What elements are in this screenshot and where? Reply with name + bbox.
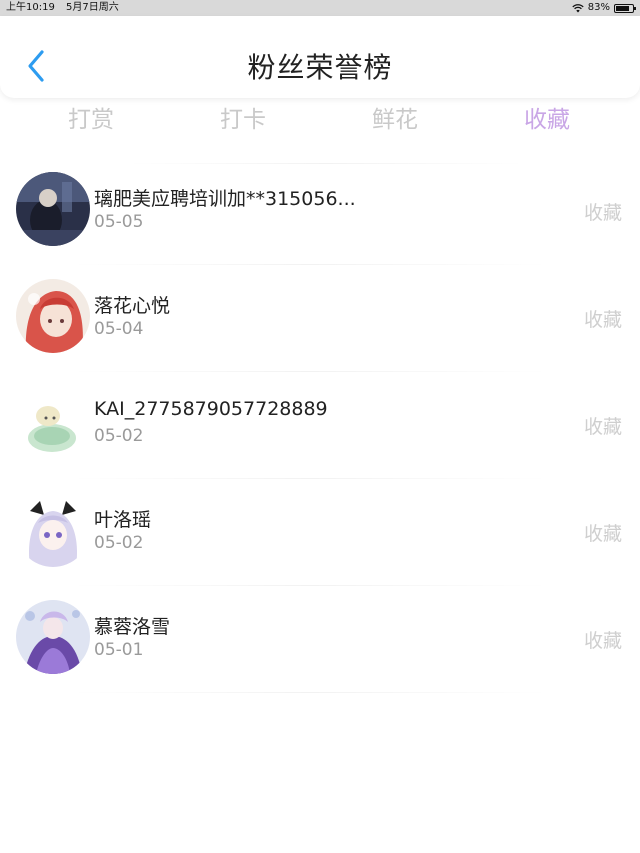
avatar — [16, 172, 90, 246]
list-item[interactable]: KAI_2775879057728889 05-02 收藏 — [0, 372, 640, 479]
header: 粉丝荣誉榜 — [0, 16, 640, 98]
fan-type-label: 收藏 — [583, 309, 622, 331]
fan-type-label: 收藏 — [583, 416, 622, 438]
tab-reward[interactable]: 打赏 — [15, 100, 167, 144]
fan-name: 慕蓉洛雪 — [94, 616, 171, 638]
tab-flowers[interactable]: 鲜花 — [319, 100, 471, 144]
status-right: 83% — [572, 0, 636, 16]
fan-date: 05-02 — [94, 533, 144, 553]
battery-fill — [616, 5, 630, 11]
status-time: 上午10:19 — [6, 2, 55, 13]
tab-checkin[interactable]: 打卡 — [167, 100, 319, 144]
fan-date: 05-01 — [94, 640, 144, 660]
avatar — [16, 386, 90, 460]
page-title: 粉丝荣誉榜 — [247, 51, 393, 84]
battery-percent: 83% — [587, 2, 610, 13]
list-item[interactable]: 璃肥美应聘培训加**315056... 05-05 收藏 — [0, 158, 640, 265]
tab-bar: 打赏 打卡 鲜花 收藏 — [0, 100, 640, 144]
battery-icon — [614, 3, 636, 13]
fan-date: 05-05 — [94, 212, 144, 232]
fan-name: KAI_2775879057728889 — [94, 398, 328, 420]
fan-type-label: 收藏 — [583, 202, 622, 224]
tab-favorites[interactable]: 收藏 — [471, 100, 623, 144]
list-item[interactable]: 落花心悦 05-04 收藏 — [0, 265, 640, 372]
wifi-icon — [572, 4, 584, 13]
avatar — [16, 279, 90, 353]
list-item[interactable]: 慕蓉洛雪 05-01 收藏 — [0, 586, 640, 693]
fan-name: 叶洛瑶 — [94, 509, 152, 531]
fan-type-label: 收藏 — [583, 630, 622, 652]
list-item[interactable]: 叶洛瑶 05-02 收藏 — [0, 479, 640, 586]
page: 上午10:19 5月7日周六 83% 粉丝荣誉榜 打赏 打卡 鲜花 收藏 璃肥美… — [0, 0, 640, 853]
fan-name: 璃肥美应聘培训加**315056... — [94, 188, 356, 210]
fan-list: 璃肥美应聘培训加**315056... 05-05 收藏 落花心悦 05-04 … — [0, 158, 640, 693]
status-left: 上午10:19 5月7日周六 — [6, 0, 127, 16]
fan-date: 05-02 — [94, 426, 144, 446]
avatar — [16, 493, 90, 567]
avatar — [16, 600, 90, 674]
status-bar: 上午10:19 5月7日周六 83% — [0, 0, 640, 16]
fan-type-label: 收藏 — [583, 523, 622, 545]
fan-name: 落花心悦 — [94, 295, 171, 317]
fan-date: 05-04 — [94, 319, 144, 339]
status-date: 5月7日周六 — [66, 2, 119, 13]
